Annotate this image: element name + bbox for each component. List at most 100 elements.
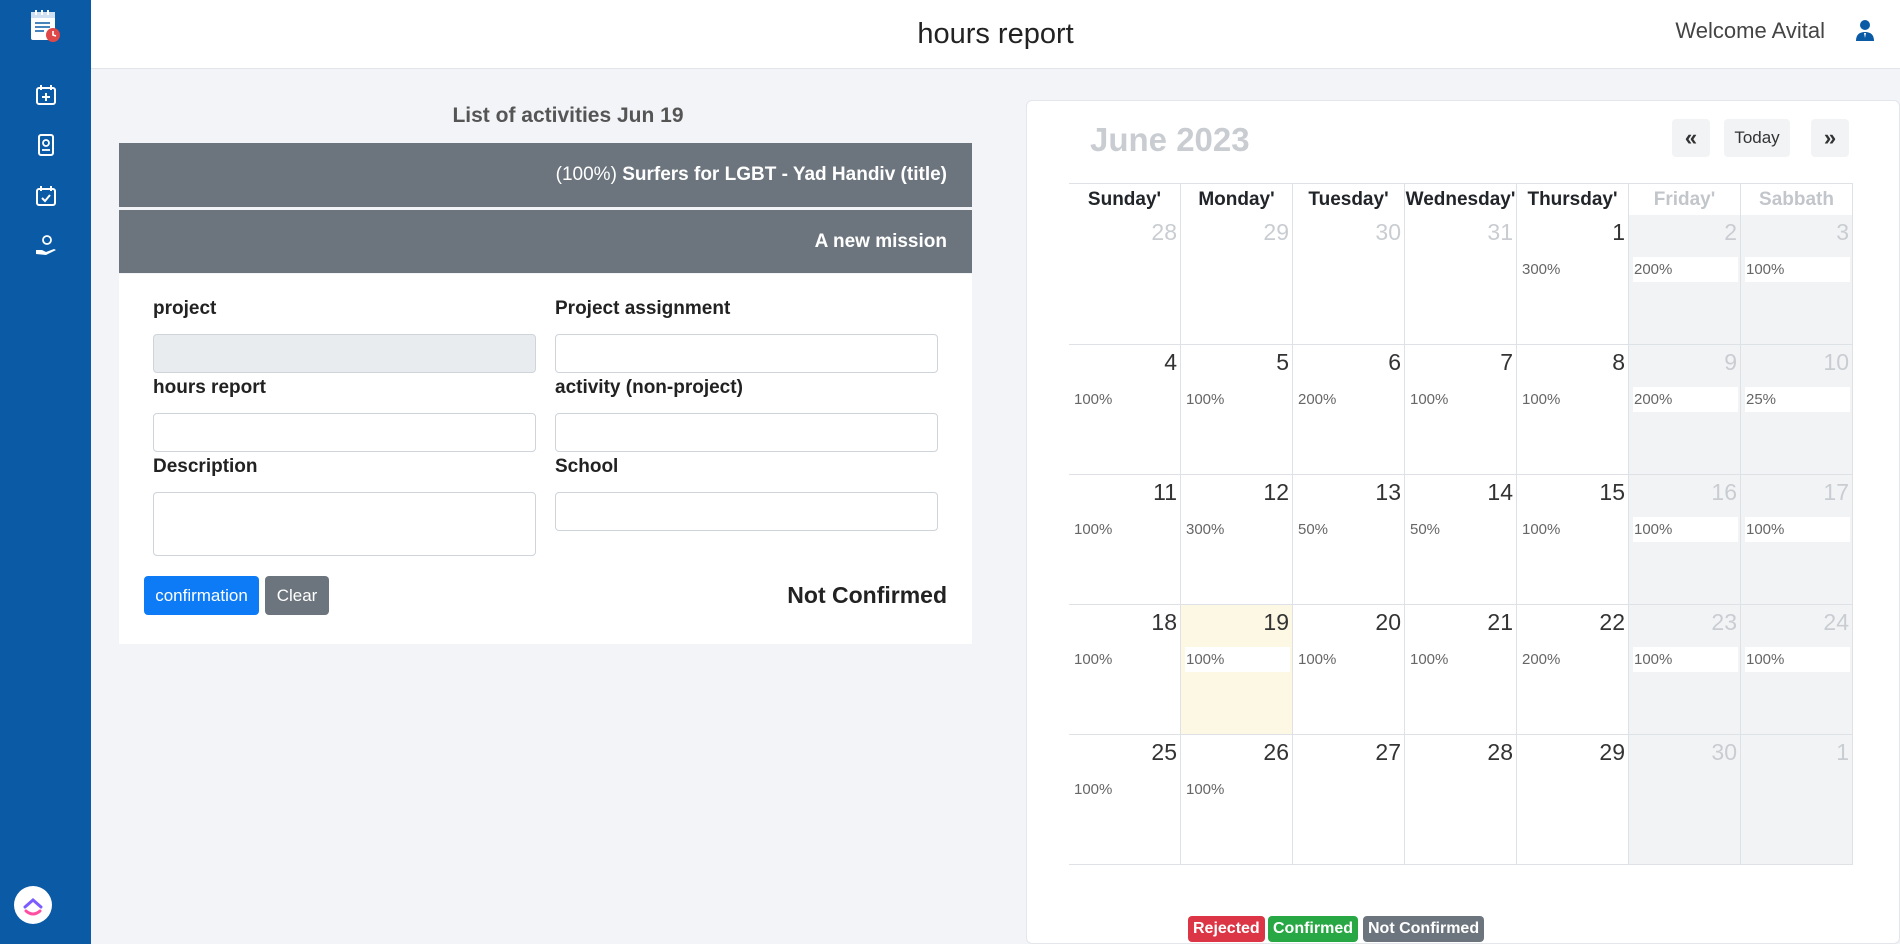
day-number: 27 [1375, 739, 1401, 765]
calendar-event[interactable]: 200% [1521, 647, 1626, 672]
calendar-event[interactable]: 300% [1521, 257, 1626, 282]
day-number: 1 [1612, 219, 1625, 245]
calendar-check-icon[interactable] [33, 183, 59, 209]
calendar-event[interactable]: 100% [1073, 387, 1178, 412]
calendar-event[interactable]: 100% [1185, 777, 1290, 802]
calendar-title: June 2023 [1090, 121, 1250, 158]
clickup-logo-icon[interactable] [14, 886, 52, 924]
calendar-day-cell[interactable]: 29 [1517, 735, 1629, 865]
day-number: 21 [1487, 609, 1513, 635]
calendar-day-cell[interactable]: 7 100% [1405, 345, 1517, 475]
calendar-event[interactable]: 100% [1745, 257, 1850, 282]
calendar-day-cell[interactable]: 14 50% [1405, 475, 1517, 605]
calendar-event[interactable]: 100% [1297, 647, 1402, 672]
activity-field[interactable] [555, 413, 938, 452]
calendar-event[interactable]: 100% [1073, 517, 1178, 542]
calendar-day-cell[interactable]: 13 50% [1293, 475, 1405, 605]
day-header: Thursday' [1517, 183, 1629, 215]
welcome-text: Welcome Avital [1675, 18, 1825, 43]
confirmation-button[interactable]: confirmation [144, 576, 259, 615]
calendar-day-cell[interactable]: 27 [1293, 735, 1405, 865]
day-number: 1 [1836, 739, 1849, 765]
calendar-event[interactable]: 100% [1633, 517, 1738, 542]
calendar-day-cell[interactable]: 20 100% [1293, 605, 1405, 735]
calendar-event[interactable]: 100% [1633, 647, 1738, 672]
calendar-day-cell[interactable]: 8 100% [1517, 345, 1629, 475]
calendar-day-cell[interactable]: 31 [1405, 215, 1517, 345]
calendar-day-cell[interactable]: 11 100% [1069, 475, 1181, 605]
calendar-day-cell[interactable]: 5 100% [1181, 345, 1293, 475]
calendar-day-cell[interactable]: 17 100% [1741, 475, 1853, 605]
calendar-day-cell[interactable]: 1 300% [1517, 215, 1629, 345]
day-number: 18 [1151, 609, 1177, 635]
calendar-day-cell[interactable]: 10 25% [1741, 345, 1853, 475]
calendar-event[interactable]: 100% [1073, 777, 1178, 802]
calendar-event[interactable]: 300% [1185, 517, 1290, 542]
calendar-plus-icon[interactable] [33, 82, 59, 108]
calendar-day-cell[interactable]: 30 [1293, 215, 1405, 345]
day-number: 4 [1164, 349, 1177, 375]
today-button[interactable]: Today [1724, 119, 1790, 157]
id-badge-icon[interactable] [33, 132, 59, 158]
calendar-day-cell[interactable]: 28 [1405, 735, 1517, 865]
calendar-day-cell[interactable]: 19 100% [1181, 605, 1293, 735]
calendar-day-cell[interactable]: 25 100% [1069, 735, 1181, 865]
activity-item[interactable]: (100%) Surfers for LGBT - Yad Handiv (ti… [119, 143, 972, 207]
calendar-day-cell[interactable]: 15 100% [1517, 475, 1629, 605]
calendar-event[interactable]: 100% [1409, 387, 1514, 412]
calendar-day-cell[interactable]: 6 200% [1293, 345, 1405, 475]
calendar-event[interactable]: 25% [1745, 387, 1850, 412]
calendar-day-cell[interactable]: 28 [1069, 215, 1181, 345]
calendar-day-cell[interactable]: 1 [1741, 735, 1853, 865]
calendar-event[interactable]: 100% [1745, 647, 1850, 672]
calendar-day-cell[interactable]: 26 100% [1181, 735, 1293, 865]
day-header: Wednesday' [1405, 183, 1517, 215]
day-number: 7 [1500, 349, 1513, 375]
day-number: 17 [1823, 479, 1849, 505]
calendar-event[interactable]: 100% [1409, 647, 1514, 672]
calendar-day-cell[interactable]: 18 100% [1069, 605, 1181, 735]
next-month-button[interactable]: » [1811, 119, 1849, 157]
prev-month-button[interactable]: « [1672, 119, 1710, 157]
day-number: 13 [1375, 479, 1401, 505]
description-textarea[interactable] [153, 492, 536, 556]
description-label: Description [153, 456, 258, 477]
calendar-event[interactable]: 50% [1297, 517, 1402, 542]
hand-coin-icon[interactable] [33, 233, 59, 259]
clear-button[interactable]: Clear [265, 576, 329, 615]
day-number: 9 [1724, 349, 1737, 375]
calendar-day-cell[interactable]: 9 200% [1629, 345, 1741, 475]
calendar-event[interactable]: 100% [1185, 387, 1290, 412]
app-logo-icon [28, 8, 62, 44]
calendar-event[interactable]: 100% [1185, 647, 1290, 672]
legend-badge: Confirmed [1268, 916, 1358, 942]
calendar-day-cell[interactable]: 23 100% [1629, 605, 1741, 735]
school-field[interactable] [555, 492, 938, 531]
calendar-day-cell[interactable]: 3 100% [1741, 215, 1853, 345]
hours-report-field[interactable] [153, 413, 536, 452]
calendar-day-cell[interactable]: 2 200% [1629, 215, 1741, 345]
calendar-event[interactable]: 200% [1297, 387, 1402, 412]
calendar-day-cell[interactable]: 4 100% [1069, 345, 1181, 475]
calendar-event[interactable]: 50% [1409, 517, 1514, 542]
calendar-event[interactable]: 100% [1521, 387, 1626, 412]
activity-label: activity (non-project) [555, 377, 743, 398]
calendar-event[interactable]: 100% [1745, 517, 1850, 542]
calendar-day-cell[interactable]: 16 100% [1629, 475, 1741, 605]
project-assignment-field[interactable] [555, 334, 938, 373]
calendar-day-cell[interactable]: 22 200% [1517, 605, 1629, 735]
calendar-day-cell[interactable]: 29 [1181, 215, 1293, 345]
calendar-event[interactable]: 200% [1633, 387, 1738, 412]
calendar-day-cell[interactable]: 21 100% [1405, 605, 1517, 735]
new-mission-item[interactable]: A new mission [119, 210, 972, 273]
calendar-day-cell[interactable]: 30 [1629, 735, 1741, 865]
calendar-event[interactable]: 100% [1521, 517, 1626, 542]
calendar-day-cell[interactable]: 24 100% [1741, 605, 1853, 735]
day-number: 22 [1599, 609, 1625, 635]
day-number: 6 [1388, 349, 1401, 375]
calendar-event[interactable]: 200% [1633, 257, 1738, 282]
calendar-day-cell[interactable]: 12 300% [1181, 475, 1293, 605]
activity-percent: (100%) [555, 164, 623, 185]
calendar-event[interactable]: 100% [1073, 647, 1178, 672]
user-icon[interactable] [1854, 18, 1876, 42]
